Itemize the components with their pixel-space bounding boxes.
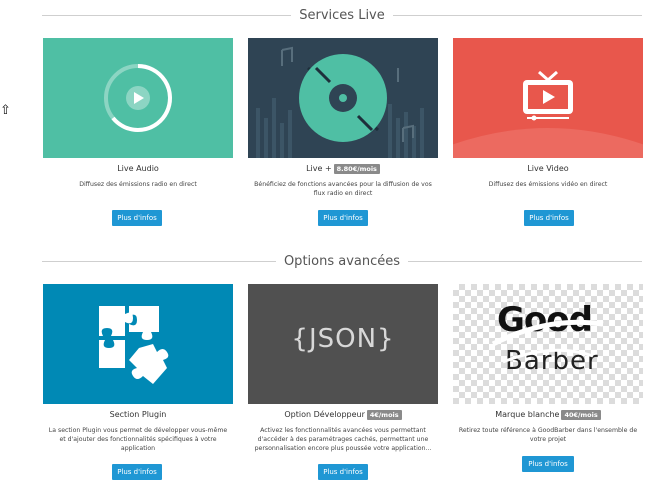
card-description: Retirez toute référence à GoodBarber dan…	[458, 427, 638, 443]
json-thumbnail[interactable]: {JSON}	[248, 284, 438, 404]
card-description: Diffusez des émissions radio en direct	[79, 181, 197, 188]
card-description: La section Plugin vous permet de dévelop…	[48, 427, 228, 452]
card-title: Live Video	[527, 164, 569, 173]
section-title-options-avancees: Options avancées	[42, 252, 642, 272]
price-badge: 8.80€/mois	[333, 164, 380, 174]
card-description: Diffusez des émissions vidéo en direct	[488, 181, 608, 188]
goodbarber-logo[interactable]: Good Barber	[453, 284, 643, 404]
more-info-button[interactable]: Plus d'infos	[318, 464, 368, 480]
card-title: Live +8.80€/mois	[248, 164, 438, 174]
more-info-button[interactable]: Plus d'infos	[112, 210, 162, 226]
card-title: Option Développeur 4€/mois	[248, 410, 438, 420]
section-title-text: Options avancées	[275, 254, 409, 269]
section-title-text: Services Live	[291, 8, 393, 23]
card-title: Live Audio	[117, 164, 159, 173]
more-info-button[interactable]: Plus d'infos	[522, 456, 574, 472]
puzzle-icon[interactable]	[43, 284, 233, 404]
side-arrow-icon[interactable]: ⇧	[0, 104, 12, 118]
price-badge: 40€/mois	[561, 410, 601, 420]
more-info-button[interactable]: Plus d'infos	[524, 210, 574, 226]
card-description: Activez les fonctionnalités avancées vou…	[254, 427, 432, 452]
card-title: Section Plugin	[109, 410, 167, 419]
vinyl-record-icon[interactable]	[248, 38, 438, 158]
disc-play-icon[interactable]	[43, 38, 233, 158]
more-info-button[interactable]: Plus d'infos	[318, 210, 368, 226]
card-description: Bénéficiez de fonctions avancées pour la…	[254, 181, 432, 197]
price-badge: 4€/mois	[366, 410, 402, 420]
section-title-services-live: Services Live	[42, 6, 642, 26]
tv-play-icon[interactable]	[453, 38, 643, 158]
more-info-button[interactable]: Plus d'infos	[112, 464, 162, 480]
card-title: Marque blanche 40€/mois	[453, 410, 643, 420]
json-text: {JSON}	[291, 324, 395, 354]
